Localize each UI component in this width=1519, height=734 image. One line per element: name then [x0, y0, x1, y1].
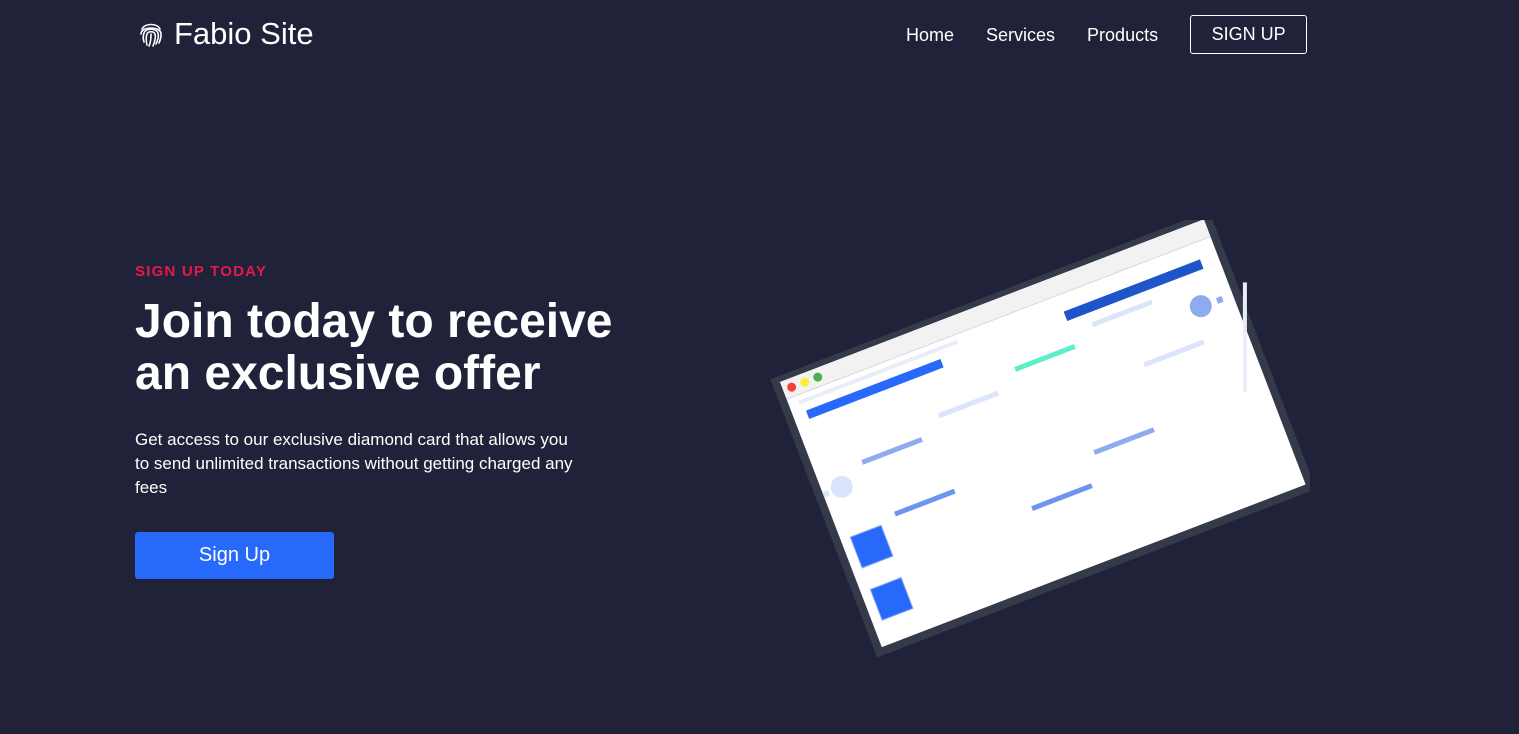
hero-signup-button[interactable]: Sign Up	[135, 532, 334, 579]
dashboard-illustration	[740, 210, 1316, 690]
hero-section: SIGN UP TODAY Join today to receive an e…	[135, 262, 655, 500]
nav-signup-button[interactable]: SIGN UP	[1190, 15, 1308, 54]
nav-link-products[interactable]: Products	[1071, 17, 1174, 53]
nav-link-services[interactable]: Services	[970, 17, 1071, 53]
nav-link-home[interactable]: Home	[890, 17, 970, 53]
brand-name: Fabio Site	[174, 16, 314, 51]
navbar: Fabio Site Home Services Products SIGN U…	[0, 0, 1519, 70]
brand-logo-link[interactable]: Fabio Site	[137, 14, 314, 54]
fingerprint-icon	[137, 20, 165, 48]
nav-links: Home Services Products SIGN UP	[890, 15, 1308, 54]
hero-eyebrow: SIGN UP TODAY	[135, 263, 268, 280]
hero-headline: Join today to receive an exclusive offer	[135, 295, 613, 400]
hero-description: Get access to our exclusive diamond card…	[135, 430, 573, 497]
